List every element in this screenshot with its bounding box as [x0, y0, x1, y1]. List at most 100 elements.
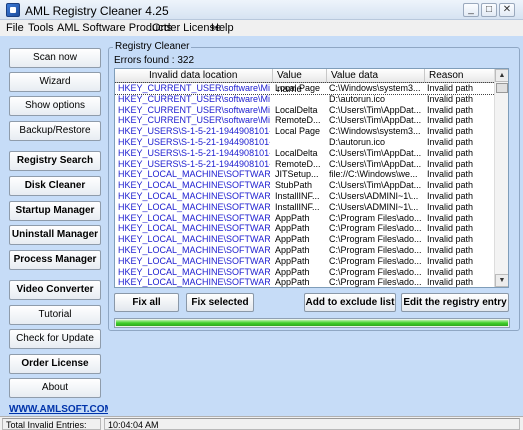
cell-value-name: RemoteD... [275, 115, 321, 126]
backup-restore-button[interactable]: Backup/Restore [9, 121, 101, 141]
cell-reason: Invalid path [427, 191, 474, 201]
cell-value-name: LocalDelta [275, 104, 318, 115]
cell-value-data: C:\Users\ADMINI~1\... [329, 201, 419, 212]
table-row[interactable]: HKEY_USERS\S-1-5-21-1944908101-2... Local… [115, 148, 495, 159]
menu-tools[interactable]: Tools [28, 22, 54, 34]
registry-search-button[interactable]: Registry Search [9, 151, 101, 171]
scroll-thumb[interactable] [496, 83, 508, 93]
cell-value-name: AppPath [275, 255, 310, 266]
cell-value-name: JITSetup... [275, 169, 319, 180]
maximize-icon[interactable]: □ [481, 3, 497, 17]
cell-value-name: InstallINF... [275, 201, 320, 212]
cell-value-name: AppPath [275, 266, 310, 277]
status-time: 10:04:04 AM [104, 418, 520, 430]
status-bar: Total Invalid Entries: 322 10:04:04 AM [0, 416, 523, 430]
uninstall-manager-button[interactable]: Uninstall Manager [9, 225, 101, 245]
cell-value-data: C:\Program Files\ado... [329, 245, 422, 255]
menu-file[interactable]: File [6, 22, 24, 34]
close-icon[interactable]: ✕ [499, 3, 515, 17]
scan-now-button[interactable]: Scan now [9, 48, 101, 68]
add-to-exclude-list-button[interactable]: Add to exclude list [304, 293, 396, 312]
cell-reason: Invalid path [427, 201, 474, 212]
table-row[interactable]: HKEY_LOCAL_MACHINE\SOFTWARE\... InstallIN… [115, 202, 495, 213]
cell-reason: Invalid path [427, 180, 474, 191]
cell-location: HKEY_LOCAL_MACHINE\SOFTWARE\... [118, 277, 270, 288]
table-row[interactable]: HKEY_CURRENT_USER\software\Micr... D:\aut… [115, 94, 495, 105]
table-row[interactable]: HKEY_USERS\S-1-5-21-1944908101-2... Remot… [115, 159, 495, 170]
about-button[interactable]: About [9, 378, 101, 398]
cell-value-name: AppPath [275, 245, 310, 255]
cell-reason: Invalid path [427, 147, 474, 158]
table-row[interactable]: HKEY_LOCAL_MACHINE\SOFTWARE\... JITSetup.… [115, 169, 495, 180]
table-row[interactable]: HKEY_LOCAL_MACHINE\SOFTWARE\... AppPath C:… [115, 223, 495, 234]
scan-progress-bar [114, 318, 510, 328]
cell-reason: Invalid path [427, 83, 474, 93]
cell-value-name: AppPath [275, 212, 310, 223]
video-converter-button[interactable]: Video Converter [9, 280, 101, 300]
table-row[interactable]: HKEY_CURRENT_USER\software\Micr... Remote… [115, 115, 495, 126]
process-manager-button[interactable]: Process Manager [9, 250, 101, 270]
column-value-data[interactable]: Value data [327, 69, 425, 83]
cell-location: HKEY_LOCAL_MACHINE\SOFTWARE\... [118, 255, 270, 266]
table-row[interactable]: HKEY_LOCAL_MACHINE\SOFTWARE\... AppPath C:… [115, 267, 495, 278]
window-title: AML Registry Cleaner 4.25 [25, 4, 169, 18]
cell-value-name: Local Page [275, 83, 321, 93]
edit-registry-entry-button[interactable]: Edit the registry entry [401, 293, 509, 312]
table-row[interactable]: HKEY_LOCAL_MACHINE\SOFTWARE\... AppPath C:… [115, 213, 495, 224]
cell-value-data: D:\autorun.ico [329, 137, 386, 147]
cell-reason: Invalid path [427, 169, 474, 180]
column-invalid-data-location[interactable]: Invalid data location [115, 69, 273, 83]
cell-value-data: file://C:\Windows\we... [329, 169, 418, 180]
table-row[interactable]: HKEY_LOCAL_MACHINE\SOFTWARE\... InstallIN… [115, 191, 495, 202]
cell-reason: Invalid path [427, 93, 474, 104]
cell-value-name: AppPath [275, 277, 310, 288]
cell-value-data: C:\Windows\system3... [329, 126, 421, 137]
results-list[interactable]: Invalid data location Value name Value d… [114, 68, 509, 288]
cell-location: HKEY_USERS\S-1-5-21-1944908101-2... [118, 137, 270, 147]
table-row[interactable]: HKEY_LOCAL_MACHINE\SOFTWARE\... AppPath C:… [115, 245, 495, 256]
table-row[interactable]: HKEY_LOCAL_MACHINE\SOFTWARE\... AppPath C:… [115, 277, 495, 288]
cell-reason: Invalid path [427, 255, 474, 266]
fix-selected-button[interactable]: Fix selected [186, 293, 254, 312]
menu-help[interactable]: Help [211, 22, 234, 34]
cell-location: HKEY_LOCAL_MACHINE\SOFTWARE\... [118, 191, 270, 201]
list-header: Invalid data location Value name Value d… [115, 69, 495, 95]
scroll-down-icon[interactable]: ▼ [495, 274, 508, 287]
table-row[interactable]: HKEY_CURRENT_USER\software\Micr... LocalD… [115, 105, 495, 116]
cell-location: HKEY_LOCAL_MACHINE\SOFTWARE\... [118, 169, 270, 180]
title-bar: AML Registry Cleaner 4.25 _ □ ✕ [0, 0, 523, 20]
lower-pane [108, 338, 520, 414]
cell-reason: Invalid path [427, 234, 474, 245]
tutorial-button[interactable]: Tutorial [9, 305, 101, 325]
cell-value-data: C:\Program Files\ado... [329, 212, 422, 223]
table-row[interactable]: HKEY_CURRENT_USER\software\Micr... Local … [115, 82, 496, 95]
vertical-scrollbar[interactable]: ▲ ▼ [494, 69, 508, 287]
cell-value-data: C:\Program Files\ado... [329, 277, 422, 288]
table-row[interactable]: HKEY_LOCAL_MACHINE\SOFTWARE\... StubPath C… [115, 180, 495, 191]
menu-bar: File Tools AML Software Products Order L… [0, 20, 523, 36]
cell-reason: Invalid path [427, 115, 474, 126]
minimize-icon[interactable]: _ [463, 3, 479, 17]
wizard-button[interactable]: Wizard [9, 72, 101, 92]
table-row[interactable]: HKEY_USERS\S-1-5-21-1944908101-2... D:\au… [115, 137, 495, 148]
column-value-name[interactable]: Value name [273, 69, 327, 95]
fix-all-button[interactable]: Fix all [114, 293, 179, 312]
cell-value-data: C:\Program Files\ado... [329, 255, 422, 266]
table-row[interactable]: HKEY_LOCAL_MACHINE\SOFTWARE\... AppPath C:… [115, 234, 495, 245]
table-row[interactable]: HKEY_LOCAL_MACHINE\SOFTWARE\... AppPath C:… [115, 256, 495, 267]
website-link[interactable]: WWW.AMLSOFT.COM [9, 404, 113, 415]
cell-value-data: C:\Users\Tim\AppDat... [329, 158, 422, 169]
startup-manager-button[interactable]: Startup Manager [9, 201, 101, 221]
cell-reason: Invalid path [427, 212, 474, 223]
disk-cleaner-button[interactable]: Disk Cleaner [9, 176, 101, 196]
cell-value-data: C:\Users\Tim\AppDat... [329, 180, 422, 191]
show-options-button[interactable]: Show options [9, 96, 101, 116]
cell-reason: Invalid path [427, 266, 474, 277]
table-row[interactable]: HKEY_USERS\S-1-5-21-1944908101-2... Local… [115, 126, 495, 137]
column-reason[interactable]: Reason [425, 69, 495, 83]
app-icon [6, 3, 20, 17]
order-license-button[interactable]: Order License [9, 354, 101, 374]
check-for-update-button[interactable]: Check for Update [9, 329, 101, 349]
scroll-up-icon[interactable]: ▲ [495, 69, 508, 82]
cell-value-name: LocalDelta [275, 147, 318, 158]
